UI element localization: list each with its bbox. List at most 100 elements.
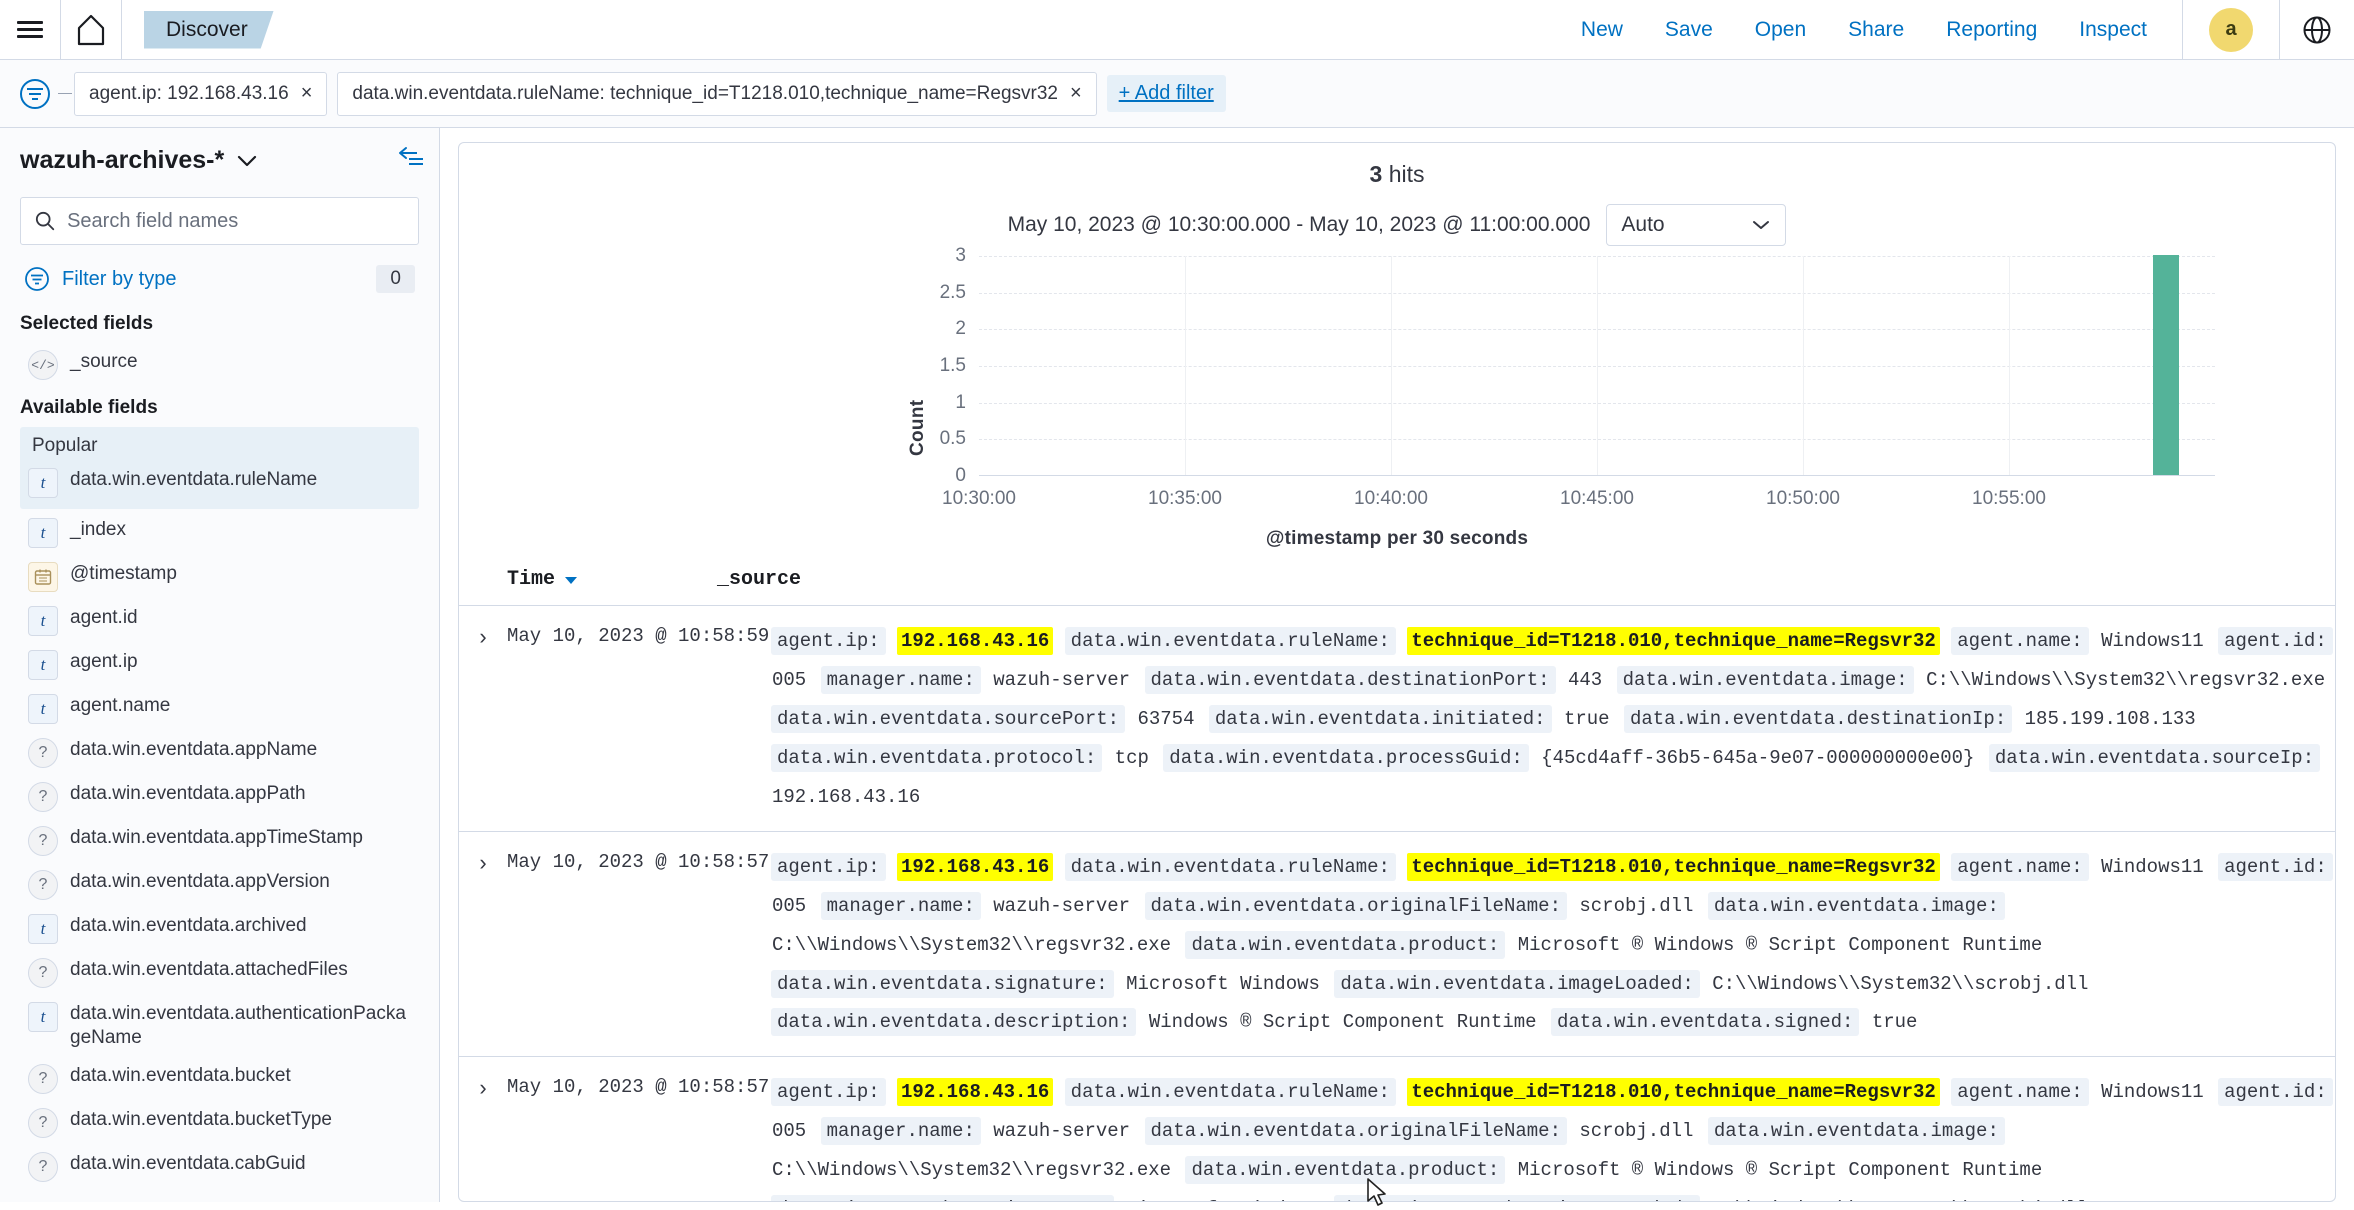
- chevron-down-icon: [1753, 221, 1770, 229]
- add-filter-button[interactable]: + Add filter: [1106, 75, 1226, 112]
- field-item[interactable]: t data.win.eventdata.archived: [20, 907, 419, 951]
- field-item-rulename[interactable]: t data.win.eventdata.ruleName: [20, 461, 419, 505]
- column-header-label: Time: [507, 568, 556, 591]
- expand-row-button[interactable]: ›: [459, 848, 507, 874]
- x-tick-label: 10:40:00: [1354, 488, 1428, 509]
- search-input[interactable]: [67, 209, 404, 233]
- help-button[interactable]: [2279, 0, 2354, 59]
- field-item[interactable]: ? data.win.eventdata.appTimeStamp: [20, 819, 419, 863]
- topnav-actions: New Save Open Share Reporting Inspect a: [1560, 0, 2354, 59]
- string-type-icon: t: [28, 694, 58, 724]
- field-item[interactable]: ? data.win.eventdata.bucketType: [20, 1101, 419, 1145]
- hamburger-menu-icon: [17, 17, 43, 42]
- field-name: data.win.eventdata.archived: [70, 915, 307, 936]
- unknown-type-icon: ?: [28, 1063, 58, 1094]
- filter-pill-agent-ip[interactable]: agent.ip: 192.168.43.16 ×: [74, 71, 328, 116]
- inspect-button[interactable]: Inspect: [2058, 18, 2168, 42]
- source-field-value: 005: [772, 894, 807, 917]
- close-icon[interactable]: ×: [301, 82, 313, 105]
- popular-group-label: Popular: [32, 435, 98, 456]
- source-field-key: agent.id:: [2218, 852, 2333, 881]
- unknown-type-icon: ?: [28, 826, 58, 856]
- field-item-source[interactable]: </> _source: [20, 343, 419, 387]
- field-name: agent.ip: [70, 651, 138, 672]
- field-item[interactable]: ? data.win.eventdata.attachedFiles: [20, 951, 419, 995]
- histogram-chart[interactable]: Count 0 0.5 1 1.5 2 2.5 3 10:30:00 10:35:00 10:4…: [459, 245, 2335, 556]
- unknown-type-icon: ?: [28, 738, 58, 768]
- field-item[interactable]: ? data.win.eventdata.appName: [20, 731, 419, 775]
- histogram-bar[interactable]: [2153, 255, 2180, 475]
- open-button[interactable]: Open: [1734, 18, 1827, 42]
- home-button[interactable]: [61, 0, 121, 59]
- expand-row-button[interactable]: ›: [459, 622, 507, 648]
- interval-select[interactable]: Auto: [1606, 204, 1787, 246]
- selected-fields-label: Selected fields: [20, 313, 154, 334]
- source-field-value: 192.168.43.16: [772, 785, 921, 808]
- source-field-key: manager.name:: [820, 891, 981, 920]
- column-header-time[interactable]: Time: [459, 568, 709, 591]
- share-button[interactable]: Share: [1827, 18, 1925, 42]
- field-name: data.win.eventdata.attachedFiles: [70, 959, 348, 980]
- search-icon: [35, 211, 55, 231]
- field-item[interactable]: ? data.win.eventdata.appVersion: [20, 863, 419, 907]
- source-field-value: C:\\Windows\\System32\\regsvr32.exe: [772, 1159, 1172, 1182]
- available-fields-list: t _index @timestamp t agent.id t agent.ip t agen…: [20, 511, 419, 1189]
- string-type-icon: t: [28, 1002, 58, 1032]
- close-icon[interactable]: ×: [1070, 82, 1082, 105]
- y-tick-label: 1: [955, 391, 966, 413]
- discover-panel: 3 hits May 10, 2023 @ 10:30:00.000 - May…: [458, 142, 2336, 1202]
- source-field-value: Windows ® Script Component Runtime: [1148, 1011, 1537, 1034]
- field-item[interactable]: t agent.ip: [20, 643, 419, 687]
- user-avatar-button[interactable]: a: [2182, 0, 2279, 59]
- filter-by-type-row[interactable]: Filter by type 0: [20, 259, 419, 299]
- reporting-button[interactable]: Reporting: [1925, 18, 2058, 42]
- field-item[interactable]: t agent.name: [20, 687, 419, 731]
- hits-summary: 3 hits: [459, 143, 2335, 188]
- table-row: › May 10, 2023 @ 10:58:59.574 agent.ip: 19…: [459, 606, 2335, 832]
- index-pattern-selector[interactable]: wazuh-archives-*: [20, 146, 419, 175]
- field-item[interactable]: t _index: [20, 511, 419, 555]
- source-field-value: Microsoft ® Windows ® Script Component R…: [1517, 1159, 2043, 1182]
- source-field-key: data.win.eventdata.product:: [1185, 930, 1506, 959]
- breadcrumb-discover[interactable]: Discover: [144, 10, 274, 49]
- interval-value: Auto: [1621, 213, 1665, 236]
- save-button[interactable]: Save: [1644, 18, 1734, 42]
- field-item[interactable]: ? data.win.eventdata.bucket: [20, 1057, 419, 1101]
- table-row: › May 10, 2023 @ 10:58:57.624 agent.ip: 19…: [459, 1057, 2335, 1201]
- filter-bar: agent.ip: 192.168.43.16 × data.win.event…: [0, 60, 2354, 128]
- y-tick-label: 0.5: [939, 428, 966, 450]
- field-item[interactable]: ? data.win.eventdata.appPath: [20, 775, 419, 819]
- field-item[interactable]: t data.win.eventdata.authenticationPackag…: [20, 995, 419, 1057]
- source-field-value-highlighted: technique_id=T1218.010,technique_name=Re…: [1407, 852, 1940, 881]
- field-item[interactable]: t agent.id: [20, 599, 419, 643]
- hamburger-menu-button[interactable]: [0, 0, 60, 59]
- filter-set-button[interactable]: [18, 77, 52, 111]
- string-type-icon: t: [28, 914, 58, 944]
- unknown-type-icon: ?: [28, 870, 58, 900]
- string-type-icon: t: [28, 650, 58, 680]
- filter-pill-rulename[interactable]: data.win.eventdata.ruleName: technique_i…: [337, 71, 1097, 116]
- field-item[interactable]: @timestamp: [20, 555, 419, 599]
- column-header-source[interactable]: _source: [709, 568, 801, 591]
- collapse-sidebar-button[interactable]: [397, 144, 425, 173]
- hits-count: 3: [1369, 161, 1383, 187]
- vertical-gridline: [1597, 256, 1598, 475]
- source-field-value-highlighted: technique_id=T1218.010,technique_name=Re…: [1407, 1078, 1940, 1107]
- source-field-value: {45cd4aff-36b5-645a-9e07-000000000e00}: [1541, 746, 1975, 769]
- field-item[interactable]: ? data.win.eventdata.cabGuid: [20, 1145, 419, 1189]
- x-tick-label: 10:30:00: [942, 488, 1016, 509]
- source-field-value: tcp: [1114, 746, 1149, 769]
- source-field-key: data.win.eventdata.imageLoaded:: [1334, 1195, 1700, 1201]
- source-field-value: Microsoft Windows: [1125, 1198, 1323, 1201]
- source-field-key: data.win.eventdata.originalFileName:: [1144, 1117, 1567, 1146]
- field-search-box[interactable]: [20, 197, 419, 245]
- source-field-key: data.win.eventdata.protocol:: [771, 743, 1103, 772]
- source-field-key: data.win.eventdata.product:: [1185, 1156, 1506, 1185]
- unknown-type-icon: ?: [28, 1151, 58, 1182]
- expand-row-button[interactable]: ›: [459, 1073, 507, 1099]
- field-name: data.win.eventdata.appName: [70, 739, 318, 760]
- table-header-row: Time _source: [459, 562, 2335, 606]
- new-button[interactable]: New: [1560, 18, 1644, 42]
- cell-time: May 10, 2023 @ 10:58:57.624: [507, 1076, 815, 1099]
- field-name: agent.id: [70, 607, 138, 628]
